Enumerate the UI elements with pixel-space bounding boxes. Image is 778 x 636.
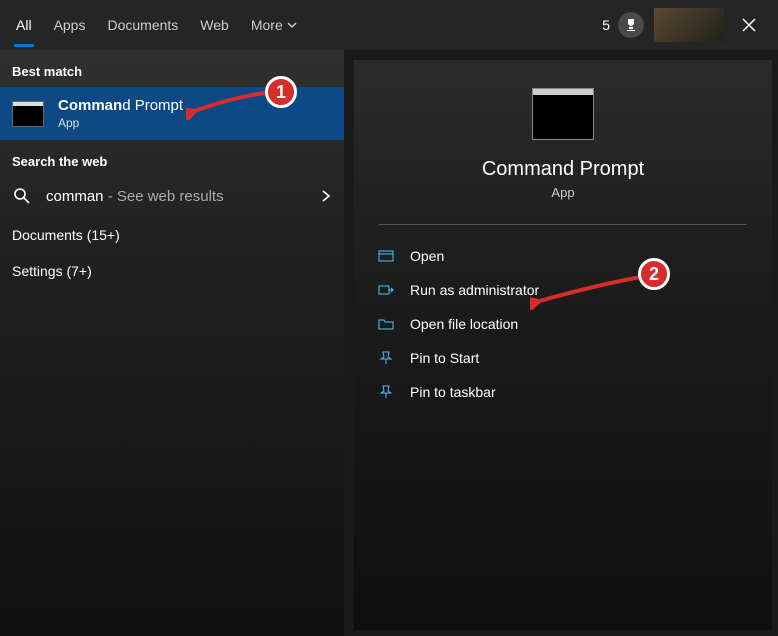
action-pin-to-start[interactable]: Pin to Start <box>372 341 754 375</box>
detail-panel: Command Prompt App Open Run as administr… <box>354 60 772 630</box>
pin-taskbar-icon <box>378 384 394 400</box>
chevron-right-icon <box>320 190 332 202</box>
command-prompt-icon-large <box>532 88 594 140</box>
account-avatar[interactable] <box>654 8 724 42</box>
tab-more[interactable]: More <box>249 3 299 47</box>
admin-icon <box>378 282 394 298</box>
action-open[interactable]: Open <box>372 239 754 273</box>
main-area: Best match Command Prompt App Search the… <box>0 50 778 636</box>
close-button[interactable] <box>734 10 764 40</box>
annotation-badge-2: 2 <box>638 258 670 290</box>
rewards-count: 5 <box>602 17 610 33</box>
action-run-admin-label: Run as administrator <box>410 282 539 298</box>
results-panel: Best match Command Prompt App Search the… <box>0 50 344 636</box>
result-subtitle: App <box>58 116 183 130</box>
tab-more-label: More <box>251 17 283 33</box>
tab-all[interactable]: All <box>14 3 34 47</box>
divider <box>379 224 747 225</box>
rewards-indicator[interactable]: 5 <box>602 12 644 38</box>
detail-title: Command Prompt <box>482 158 644 181</box>
open-icon <box>378 248 394 264</box>
tab-apps[interactable]: Apps <box>52 3 88 47</box>
category-documents[interactable]: Documents (15+) <box>0 215 344 251</box>
top-bar: All Apps Documents Web More 5 <box>0 0 778 50</box>
annotation-arrow-2 <box>530 270 650 310</box>
category-settings[interactable]: Settings (7+) <box>0 251 344 287</box>
command-prompt-icon <box>12 101 44 127</box>
tab-web[interactable]: Web <box>198 3 231 47</box>
close-icon <box>742 18 756 32</box>
action-open-loc-label: Open file location <box>410 316 518 332</box>
action-open-label: Open <box>410 248 444 264</box>
web-search-text: comman - See web results <box>46 188 224 205</box>
detail-subtitle: App <box>551 185 574 200</box>
annotation-badge-1: 1 <box>265 76 297 108</box>
chevron-down-icon <box>287 20 297 30</box>
annotation-arrow-1 <box>186 86 276 120</box>
folder-icon <box>378 316 394 332</box>
action-pin-start-label: Pin to Start <box>410 350 479 366</box>
trophy-icon <box>618 12 644 38</box>
web-search-result[interactable]: comman - See web results <box>0 177 344 215</box>
action-open-file-location[interactable]: Open file location <box>372 307 754 341</box>
search-web-header: Search the web <box>0 140 344 177</box>
top-right-controls: 5 <box>602 8 764 42</box>
search-scope-tabs: All Apps Documents Web More <box>14 3 299 47</box>
tab-documents[interactable]: Documents <box>105 3 180 47</box>
pin-start-icon <box>378 350 394 366</box>
result-title: Command Prompt <box>58 97 183 114</box>
action-pin-to-taskbar[interactable]: Pin to taskbar <box>372 375 754 409</box>
actions-list: Open Run as administrator Open file loca… <box>354 239 772 409</box>
search-icon <box>12 187 32 205</box>
action-pin-taskbar-label: Pin to taskbar <box>410 384 496 400</box>
